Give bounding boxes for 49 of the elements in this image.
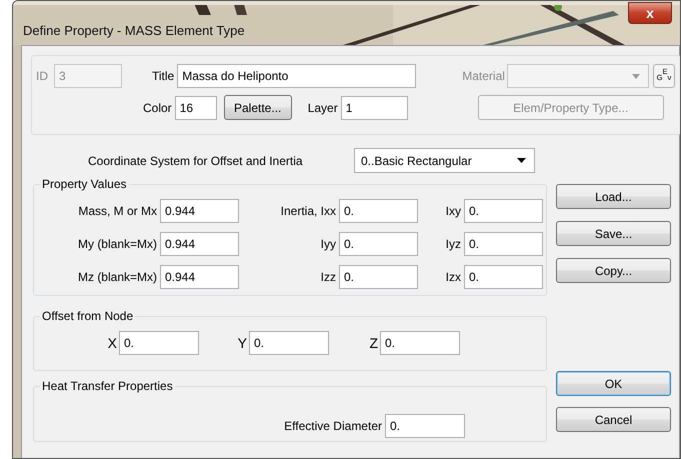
input-field[interactable]: 0.: [339, 199, 418, 223]
group-title: Property Values: [40, 177, 128, 191]
field-label: Iyz: [444, 236, 462, 253]
push-button[interactable]: Copy...: [556, 258, 671, 283]
close-button[interactable]: x: [628, 2, 672, 24]
field-label: ID: [36, 68, 49, 85]
input-field[interactable]: 0.: [119, 331, 199, 355]
field-label: X: [106, 334, 118, 353]
coordinate-dropdown[interactable]: 0..Basic Rectangular: [354, 148, 535, 173]
field-label: Y: [236, 334, 248, 353]
push-button: Elem/Property Type...: [478, 95, 664, 120]
input-field[interactable]: 0.: [249, 331, 329, 355]
window-title: Define Property - MASS Element Type: [23, 22, 245, 40]
input-field[interactable]: 16: [174, 96, 217, 120]
field-label: Mass, M or Mx: [77, 203, 158, 220]
push-button[interactable]: OK: [556, 371, 671, 396]
input-field[interactable]: 0.: [385, 414, 465, 438]
push-button[interactable]: Palette...: [224, 95, 292, 120]
field-label: My (blank=Mx): [76, 236, 158, 253]
field-label: Effective Diameter: [283, 418, 383, 435]
field-label: Color: [143, 100, 173, 116]
input-field[interactable]: 0.944: [160, 265, 239, 289]
input-field[interactable]: 0.944: [160, 232, 239, 256]
input-field[interactable]: 0.: [339, 265, 418, 289]
input-field: 3: [54, 64, 122, 88]
input-field[interactable]: 0.: [464, 199, 543, 223]
group-title: Heat Transfer Properties: [40, 379, 175, 393]
input-field[interactable]: 0.: [339, 232, 418, 256]
input-field[interactable]: 0.: [464, 265, 543, 289]
input-field[interactable]: 1: [340, 96, 408, 120]
field-label: Izz: [320, 269, 337, 286]
field-label: Coordinate System for Offset and Inertia: [88, 152, 304, 170]
field-label: Layer: [308, 100, 339, 116]
field-label: Title: [152, 68, 176, 85]
group-title: Offset from Node: [40, 309, 136, 323]
input-field[interactable]: Massa do Heliponto: [177, 64, 416, 88]
input-field[interactable]: 0.: [464, 232, 543, 256]
field-label: Mz (blank=Mx): [76, 269, 158, 286]
input-field[interactable]: 0.944: [160, 199, 239, 223]
input-field[interactable]: 0.: [380, 331, 460, 355]
field-label: Ixy: [444, 203, 462, 220]
field-label: Material: [462, 68, 506, 85]
field-label: Inertia, Ixx: [280, 203, 337, 220]
field-label: Iyy: [320, 236, 337, 253]
push-button[interactable]: Save...: [556, 221, 671, 246]
field-label: Izx: [444, 269, 462, 286]
push-button[interactable]: Cancel: [556, 407, 671, 432]
push-button[interactable]: Load...: [556, 184, 671, 209]
field-label: Z: [368, 334, 379, 353]
